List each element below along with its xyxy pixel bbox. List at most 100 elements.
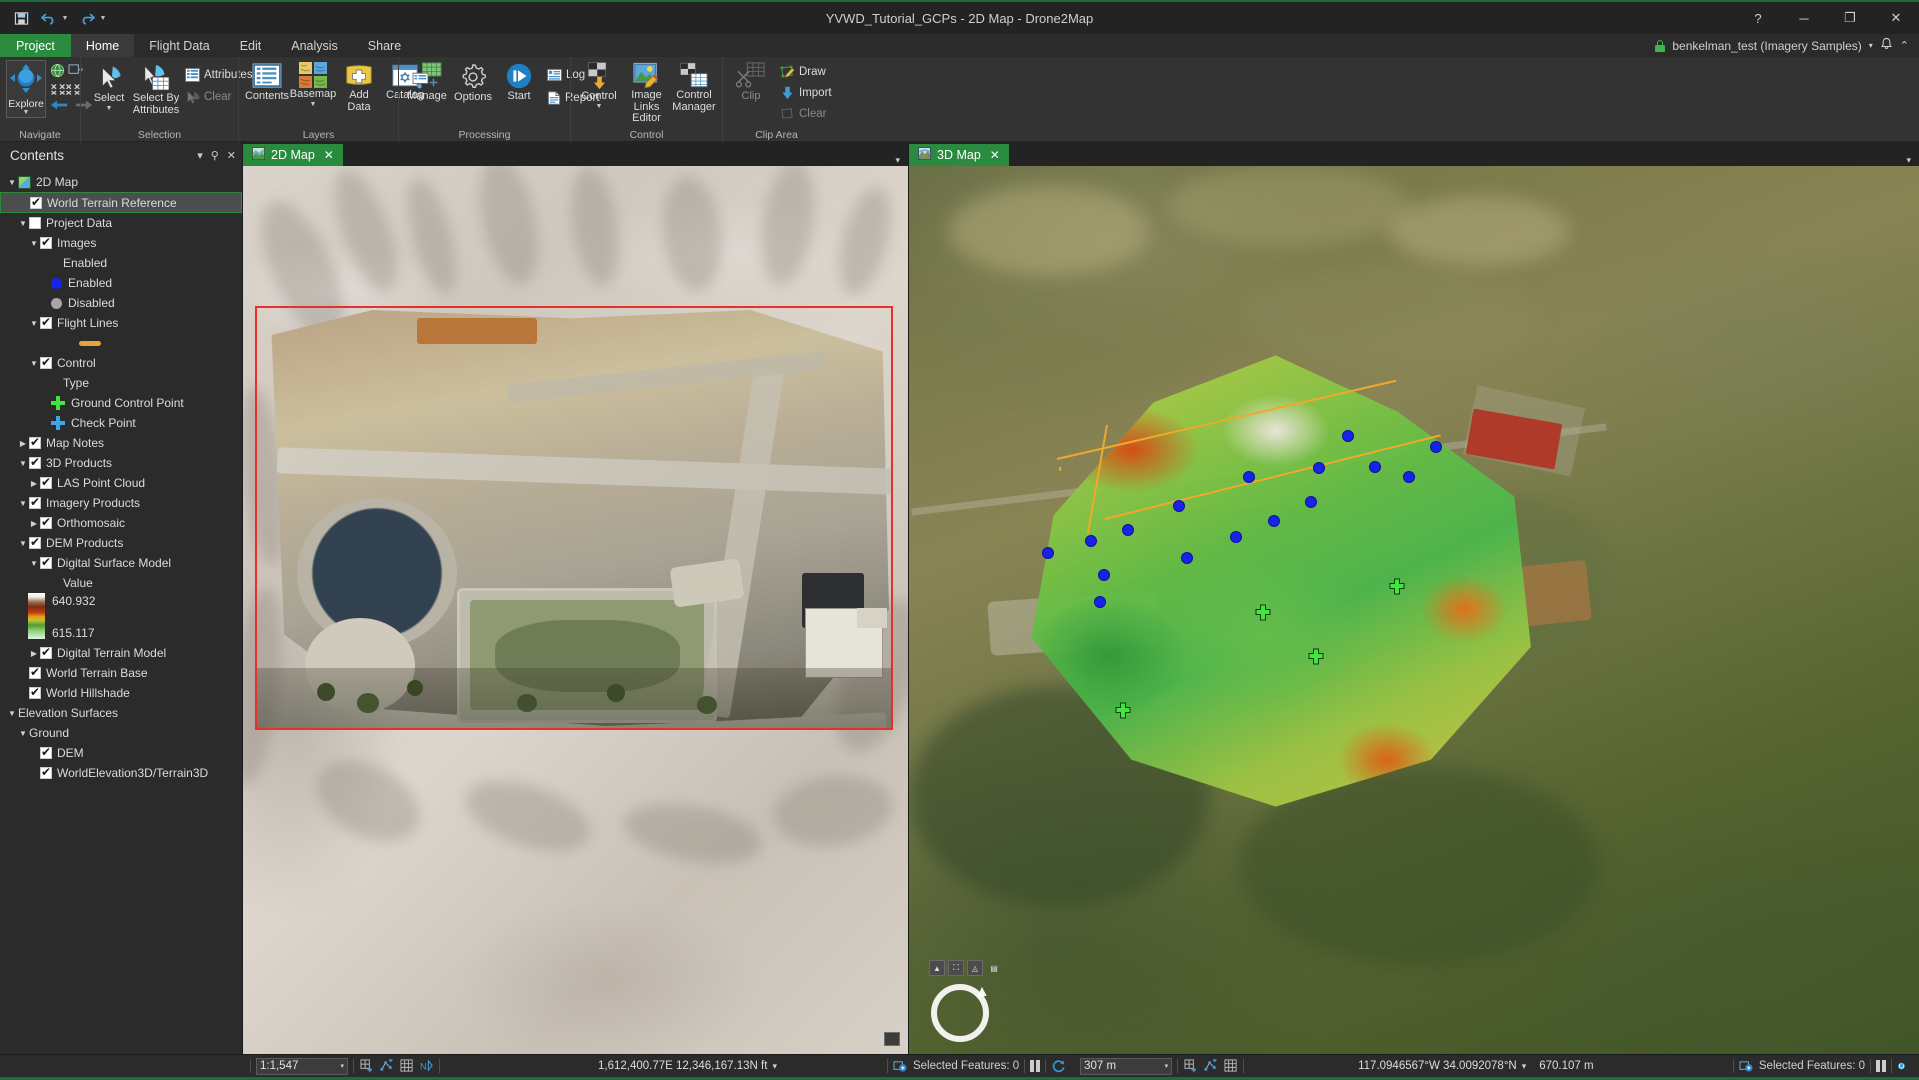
tabstrip-2d-caret[interactable]: ▾ [895, 155, 908, 166]
import-button[interactable]: Import [776, 84, 836, 102]
checkbox-world-hillshade[interactable] [29, 687, 41, 699]
image-links-editor-button[interactable]: Image Links Editor [623, 60, 670, 125]
chevron-up-icon[interactable]: ⌃ [1900, 39, 1909, 52]
tree-item-imagery-products[interactable]: ▼Imagery Products [0, 493, 242, 513]
select-by-attributes-button[interactable]: Select By Attributes [134, 60, 178, 116]
snapping-icon[interactable] [379, 1059, 394, 1074]
chevron-right-icon[interactable]: ▶ [28, 519, 40, 528]
pause-icon-2d[interactable] [1030, 1060, 1040, 1072]
chevron-down-icon[interactable]: ▼ [17, 459, 29, 468]
close-button[interactable]: ✕ [1873, 2, 1919, 34]
tab-project[interactable]: Project [0, 34, 71, 57]
chevron-down-icon[interactable]: ▼ [17, 539, 29, 548]
tree-item-map-2d[interactable]: ▼2D Map [0, 172, 242, 192]
account-name[interactable]: benkelman_test (Imagery Samples) [1672, 39, 1861, 53]
close-icon[interactable]: ✕ [227, 149, 236, 162]
chevron-down-icon[interactable]: ▼ [28, 239, 40, 248]
checkbox-flight-lines[interactable] [40, 317, 52, 329]
tree-item-control[interactable]: ▼Control [0, 353, 242, 373]
options-button[interactable]: Options [451, 60, 495, 104]
overview-map-icon[interactable] [884, 1032, 900, 1046]
bookmark-icon[interactable]: ◬ [967, 960, 983, 976]
tree-item-flight-line-sym[interactable]: · [0, 333, 242, 353]
contents-tree[interactable]: ▼2D Map·World Terrain Reference▼Project … [0, 168, 242, 1054]
scale-caret-2d[interactable]: ▾ [340, 1062, 344, 1070]
full-extent-icon[interactable]: ▲ [929, 960, 945, 976]
checkbox-project-data[interactable] [29, 217, 41, 229]
previous-extent-icon[interactable] [50, 99, 68, 114]
tree-item-flight-lines[interactable]: ▼Flight Lines [0, 313, 242, 333]
checkbox-dem-products[interactable] [29, 537, 41, 549]
checkbox-images[interactable] [40, 237, 52, 249]
undo-icon[interactable] [36, 6, 62, 30]
chevron-down-icon[interactable]: ▼ [28, 359, 40, 368]
tree-item-las-point-cloud[interactable]: ▶LAS Point Cloud [0, 473, 242, 493]
checkbox-products-3d[interactable] [29, 457, 41, 469]
basemap-dropdown-caret[interactable]: ▼ [310, 102, 317, 108]
select-button[interactable]: Select ▼ [87, 60, 131, 112]
checkbox-worldelevation3d[interactable] [40, 767, 52, 779]
checkbox-world-terrain-base[interactable] [29, 667, 41, 679]
full-extent-globe-icon[interactable] [50, 63, 65, 81]
tab-edit[interactable]: Edit [225, 34, 277, 57]
checkbox-control[interactable] [40, 357, 52, 369]
chevron-down-icon[interactable]: ▼ [6, 178, 18, 187]
control-dropdown-caret[interactable]: ▼ [596, 104, 603, 110]
refresh-icon-2d[interactable] [1051, 1059, 1066, 1074]
add-grid-icon[interactable] [359, 1059, 374, 1074]
pin-icon[interactable]: ⚲ [211, 149, 219, 162]
tab-flight-data[interactable]: Flight Data [134, 34, 224, 57]
tab-share[interactable]: Share [353, 34, 416, 57]
scale-caret-3d[interactable]: ▾ [1165, 1062, 1169, 1070]
tree-item-world-hillshade[interactable]: ·World Hillshade [0, 683, 242, 703]
pause-icon-3d[interactable] [1876, 1060, 1886, 1072]
checkbox-imagery-products[interactable] [29, 497, 41, 509]
tree-item-dem[interactable]: ·DEM [0, 743, 242, 763]
tree-item-world-terrain-base[interactable]: ·World Terrain Base [0, 663, 242, 683]
checkbox-dtm[interactable] [40, 647, 52, 659]
tree-item-worldelevation3d[interactable]: ·WorldElevation3D/Terrain3D [0, 763, 242, 783]
tree-item-gcp[interactable]: ·Ground Control Point [0, 393, 242, 413]
tab-home[interactable]: Home [71, 34, 134, 57]
north-arrow-icon[interactable]: N [419, 1059, 434, 1074]
map-canvas-3d[interactable]: ▲ ⛶ ◬ ▤ [909, 166, 1919, 1054]
draw-button[interactable]: Draw [776, 63, 836, 81]
tree-item-check-point[interactable]: ·Check Point [0, 413, 242, 433]
refresh-icon-3d[interactable] [1897, 1059, 1912, 1074]
tree-item-products-3d[interactable]: ▼3D Products [0, 453, 242, 473]
chevron-right-icon[interactable]: ▶ [17, 439, 29, 448]
scale-input-3d[interactable]: 307 m ▾ [1080, 1058, 1172, 1075]
grid-icon-3d[interactable] [1223, 1059, 1238, 1074]
coordinates-3d-caret[interactable]: ▾ [1522, 1061, 1527, 1072]
zoom-fit-icon[interactable]: ⛶ [948, 960, 964, 976]
checkbox-dem[interactable] [40, 747, 52, 759]
chevron-down-icon[interactable]: ▼ [28, 559, 40, 568]
tree-item-images-field[interactable]: ·Enabled [0, 253, 242, 273]
tab-analysis[interactable]: Analysis [276, 34, 353, 57]
chevron-right-icon[interactable]: ▶ [28, 479, 40, 488]
account-dropdown-caret[interactable]: ▾ [1869, 41, 1873, 50]
chevron-down-icon[interactable]: ▼ [17, 219, 29, 228]
help-button[interactable]: ? [1735, 2, 1781, 34]
tree-item-ground[interactable]: ▼Ground [0, 723, 242, 743]
tree-item-orthomosaic[interactable]: ▶Orthomosaic [0, 513, 242, 533]
checkbox-map-notes[interactable] [29, 437, 41, 449]
tree-item-dtm[interactable]: ▶Digital Terrain Model [0, 643, 242, 663]
explore-button[interactable]: Explore ▼ [6, 60, 46, 118]
clear-clip-button[interactable]: Clear [776, 105, 836, 123]
chevron-down-icon[interactable]: ▼ [17, 499, 29, 508]
add-data-button[interactable]: Add Data [337, 60, 381, 113]
layers-icon[interactable]: ▤ [986, 960, 1002, 976]
minimize-button[interactable]: ─ [1781, 2, 1827, 34]
chevron-down-icon[interactable]: ▼ [17, 729, 29, 738]
chevron-down-icon[interactable]: ▼ [6, 709, 18, 718]
coordinates-2d-caret[interactable]: ▾ [772, 1061, 777, 1072]
undo-dropdown-caret[interactable]: ▼ [60, 15, 70, 22]
tree-item-images-disabled[interactable]: ·Disabled [0, 293, 242, 313]
select-dropdown-caret[interactable]: ▼ [106, 106, 113, 112]
view-tab-2d-close[interactable]: ✕ [324, 148, 334, 162]
tree-item-world-terrain-ref[interactable]: ·World Terrain Reference [0, 192, 242, 213]
compass-icon[interactable] [931, 984, 989, 1042]
tree-item-dem-products[interactable]: ▼DEM Products [0, 533, 242, 553]
tree-item-images-enabled[interactable]: ·Enabled [0, 273, 242, 293]
